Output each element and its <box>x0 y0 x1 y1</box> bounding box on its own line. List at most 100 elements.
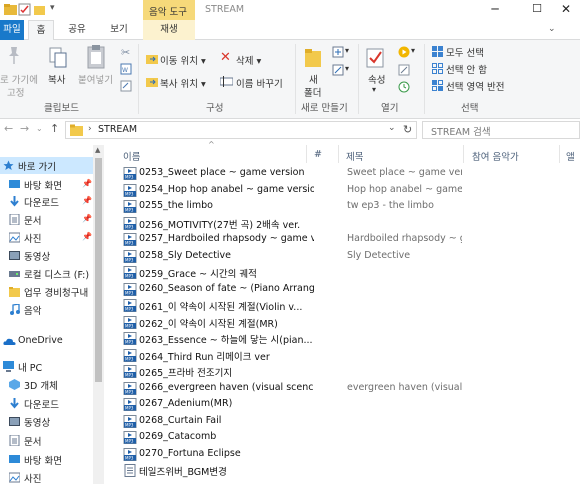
close-button[interactable]: ✕ <box>552 0 580 20</box>
pin-icon[interactable] <box>6 46 22 66</box>
table-row[interactable]: MP3 0256_MOTIVITY(27번 곡) 2배속 ver. <box>121 215 580 231</box>
nav-item-videos[interactable]: 동영상 <box>0 247 93 264</box>
select-none-icon[interactable] <box>432 63 443 74</box>
tab-home[interactable]: 홈 <box>28 20 54 41</box>
nav-item-3d-objects[interactable]: 3D 개체 <box>0 376 93 393</box>
pin-label-1[interactable]: 로 가기에 <box>0 72 38 86</box>
address-dropdown-icon[interactable]: ⌄ <box>388 123 396 133</box>
nav-item-documents-pc[interactable]: 문서 <box>0 432 93 449</box>
table-row[interactable]: MP3 0261_이 약속이 시작된 계절(Violin v... <box>121 297 580 313</box>
minimize-button[interactable]: ─ <box>478 0 512 20</box>
nav-item-downloads[interactable]: 다운로드 📌 <box>0 193 93 210</box>
new-folder-icon[interactable] <box>305 48 321 68</box>
table-row[interactable]: MP3 0265_프라바 전조기지 <box>121 363 580 379</box>
move-to-icon[interactable] <box>146 53 158 64</box>
rename-icon[interactable] <box>220 76 233 87</box>
table-row[interactable]: MP3 0263_Essence ~ 하늘에 닿는 시(pian... <box>121 330 580 346</box>
nav-item-downloads-pc[interactable]: 다운로드 <box>0 395 93 412</box>
table-row[interactable]: MP3 0269_Catacomb <box>121 429 580 445</box>
breadcrumb[interactable]: STREAM <box>98 124 137 135</box>
nav-item-expense-folder[interactable]: 업무 경비청구내 <box>0 283 93 300</box>
nav-item-pictures[interactable]: 사진 📌 <box>0 229 93 246</box>
move-to-button[interactable]: 이동 위치 ▾ <box>160 53 206 67</box>
tab-play[interactable]: 재생 <box>143 20 195 40</box>
table-row[interactable]: MP3 0253_Sweet place ~ game version Sweet … <box>121 165 580 181</box>
table-row[interactable]: MP3 0270_Fortuna Eclipse <box>121 446 580 462</box>
open-dropdown-icon[interactable]: ▾ <box>411 46 415 55</box>
qa-dropdown-icon[interactable]: ▾ <box>50 3 55 13</box>
column-header-title[interactable]: 제목 <box>346 149 363 163</box>
ribbon-collapse-icon[interactable]: ⌄ <box>548 24 556 34</box>
nav-item-quick-access[interactable]: 바로 가기 <box>0 157 93 174</box>
table-row[interactable]: MP3 0266_evergreen haven (visual scence..… <box>121 380 580 396</box>
nav-item-onedrive[interactable]: OneDrive <box>0 333 93 350</box>
scroll-up-icon[interactable]: ▲ <box>95 146 100 154</box>
edit-icon[interactable] <box>398 64 410 76</box>
table-row[interactable]: 테일즈위버_BGM변경 <box>121 462 580 478</box>
paste-icon[interactable] <box>86 44 106 70</box>
new-folder-label-1[interactable]: 새 <box>309 72 318 86</box>
select-all-icon[interactable] <box>432 46 443 57</box>
refresh-icon[interactable]: ↻ <box>403 123 412 136</box>
table-row[interactable]: MP3 0259_Grace ~ 시간의 궤적 <box>121 264 580 280</box>
new-item-dropdown-icon[interactable]: ▾ <box>345 46 349 55</box>
easy-access-icon[interactable] <box>332 64 344 76</box>
copy-to-icon[interactable] <box>146 76 158 87</box>
rename-button[interactable]: 이름 바꾸기 <box>236 76 283 90</box>
pin-icon[interactable]: 📌 <box>82 196 92 205</box>
column-header-artist[interactable]: 참여 음악가 <box>472 149 519 163</box>
tab-view[interactable]: 보기 <box>104 20 134 40</box>
table-row[interactable]: MP3 0257_Hardboiled rhapsody ~ game v... H… <box>121 231 580 247</box>
search-input[interactable]: STREAM 검색 <box>422 121 580 139</box>
pin-icon[interactable]: 📌 <box>82 179 92 188</box>
copy-path-icon[interactable]: W <box>120 63 132 75</box>
easy-access-dropdown-icon[interactable]: ▾ <box>345 64 349 73</box>
column-header-name[interactable]: 이름 <box>123 149 140 163</box>
new-item-icon[interactable] <box>332 46 344 58</box>
nav-scrollbar-thumb[interactable] <box>95 158 102 382</box>
copy-to-button[interactable]: 복사 위치 ▾ <box>160 76 206 90</box>
select-none-button[interactable]: 선택 안 함 <box>446 62 487 76</box>
nav-item-desktop[interactable]: 바탕 화면 📌 <box>0 176 93 193</box>
properties-icon[interactable] <box>366 48 384 68</box>
table-row[interactable]: MP3 0264_Third Run 리메이크 ver <box>121 347 580 363</box>
nav-item-documents[interactable]: 문서 📌 <box>0 211 93 228</box>
new-folder-label-2[interactable]: 폴더 <box>304 85 321 99</box>
table-row[interactable]: MP3 0258_Sly Detective Sly Detective <box>121 248 580 264</box>
address-bar[interactable]: › STREAM ⌄ ↻ <box>65 121 417 139</box>
table-row[interactable]: MP3 0254_Hop hop anabel ~ game version Hop… <box>121 182 580 198</box>
column-header-number[interactable]: # <box>314 149 322 160</box>
pin-icon[interactable]: 📌 <box>82 214 92 223</box>
history-icon[interactable] <box>398 81 410 93</box>
properties-quick-icon[interactable] <box>18 3 31 16</box>
delete-icon[interactable]: ✕ <box>220 50 231 65</box>
nav-item-videos-pc[interactable]: 동영상 <box>0 413 93 430</box>
tab-share[interactable]: 공유 <box>62 20 92 40</box>
nav-item-desktop-pc[interactable]: 바탕 화면 <box>0 451 93 468</box>
column-divider[interactable] <box>559 145 560 163</box>
nav-item-this-pc[interactable]: 내 PC <box>0 358 93 375</box>
pin-label-2[interactable]: 고정 <box>7 85 24 99</box>
pin-icon[interactable]: 📌 <box>82 232 92 241</box>
back-icon[interactable]: ← <box>4 122 13 135</box>
cut-icon[interactable]: ✂ <box>121 46 130 59</box>
up-icon[interactable]: ↑ <box>50 122 59 135</box>
invert-selection-button[interactable]: 선택 영역 반전 <box>446 79 504 93</box>
table-row[interactable]: MP3 0255_the limbo tw ep3 - the limbo <box>121 198 580 214</box>
table-row[interactable]: MP3 0262_이 약속이 시작된 계절(MR) <box>121 314 580 330</box>
paste-button[interactable]: 붙여넣기 <box>78 72 113 86</box>
properties-button[interactable]: 속성 <box>368 72 385 86</box>
breadcrumb-separator-icon[interactable]: › <box>88 124 92 134</box>
select-all-button[interactable]: 모두 선택 <box>446 45 484 59</box>
invert-selection-icon[interactable] <box>432 80 443 91</box>
table-row[interactable]: MP3 0267_Adenium(MR) <box>121 396 580 412</box>
copy-icon[interactable] <box>48 46 68 70</box>
nav-item-pictures-pc[interactable]: 사진 <box>0 469 93 484</box>
new-folder-quick-icon[interactable] <box>33 3 46 16</box>
maximize-button[interactable]: ☐ <box>520 0 554 20</box>
copy-button[interactable]: 복사 <box>48 72 65 86</box>
column-divider[interactable] <box>338 145 339 163</box>
delete-button[interactable]: 삭제 ▾ <box>236 53 261 67</box>
column-header-album[interactable]: 앨 <box>566 149 575 163</box>
nav-item-music[interactable]: 음악 <box>0 301 93 318</box>
